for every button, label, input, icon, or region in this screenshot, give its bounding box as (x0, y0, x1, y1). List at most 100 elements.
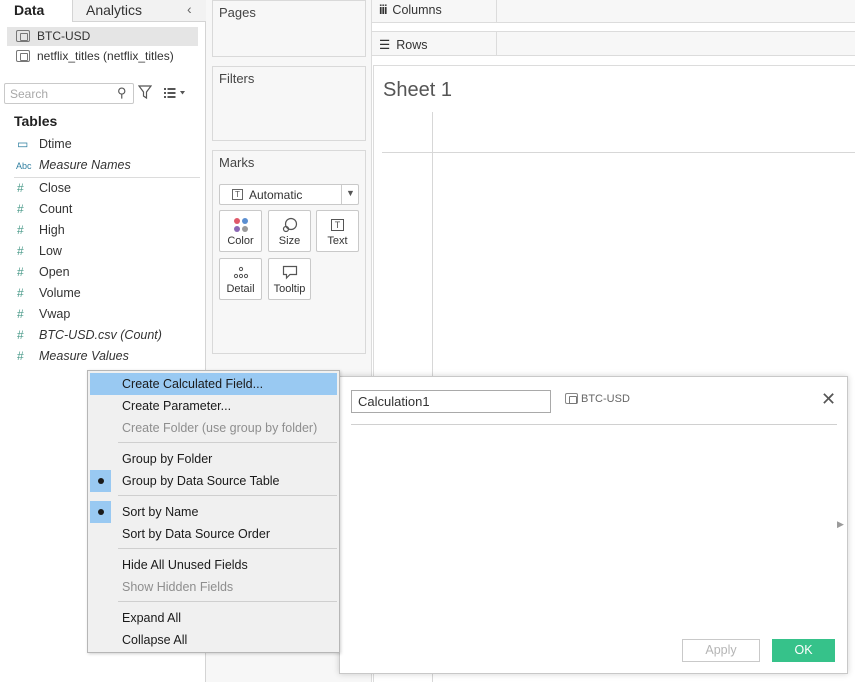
apply-button[interactable]: Apply (682, 639, 760, 662)
marks-size-button[interactable]: Size (268, 210, 311, 252)
rows-shelf[interactable]: ☰ Rows (372, 31, 855, 56)
columns-shelf[interactable]: iii Columns (372, 0, 855, 23)
menu-item-group-by-data-source-table[interactable]: Group by Data Source Table (90, 470, 337, 492)
close-icon[interactable]: ✕ (821, 390, 836, 408)
field-label: Low (39, 244, 62, 258)
filters-shelf-title: Filters (219, 71, 255, 86)
data-source-label: netflix_titles (netflix_titles) (37, 49, 174, 63)
marks-button-label: Text (327, 235, 348, 247)
field-label: Measure Values (39, 349, 129, 363)
menu-item-hide-all-unused-fields[interactable]: Hide All Unused Fields (90, 554, 337, 576)
menu-item-create-calculated-field[interactable]: Create Calculated Field... (90, 373, 337, 395)
text-icon: T (317, 217, 358, 231)
detail-icon (233, 266, 249, 279)
marks-tooltip-button[interactable]: Tooltip (268, 258, 311, 300)
number-icon: # (17, 223, 24, 237)
tooltip-icon (282, 265, 298, 280)
columns-shelf-label: iii Columns (379, 3, 442, 17)
data-source-btc-usd[interactable]: BTC-USD (7, 27, 198, 46)
field-label: Dtime (39, 137, 72, 151)
marks-text-button[interactable]: T Text (316, 210, 359, 252)
search-icon[interactable]: ⚲ (117, 85, 127, 101)
menu-separator (118, 601, 337, 602)
field-dtime[interactable]: ▭ Dtime (14, 134, 200, 155)
field-count[interactable]: # Count (14, 199, 200, 220)
rows-icon: ☰ (379, 38, 391, 52)
field-volume[interactable]: # Volume (14, 283, 200, 304)
shelf-divider (496, 32, 497, 55)
field-label: Count (39, 202, 73, 216)
field-measure-names[interactable]: Abc Measure Names (14, 155, 200, 176)
field-measure-values[interactable]: # Measure Values (14, 346, 200, 367)
menu-item-create-parameter[interactable]: Create Parameter... (90, 395, 337, 417)
calculation-formula-editor[interactable] (351, 428, 837, 628)
marks-card: Marks (212, 150, 366, 354)
chevron-down-icon: ▼ (346, 188, 355, 198)
menu-item-expand-all[interactable]: Expand All (90, 607, 337, 629)
menu-item-create-folder: Create Folder (use group by folder) (122, 421, 318, 435)
mark-type-dropdown[interactable]: T Automatic ▼ (219, 184, 359, 205)
menu-item-show-hidden-fields: Show Hidden Fields (122, 580, 234, 594)
sheet-title[interactable]: Sheet 1 (383, 79, 452, 102)
context-menu: Create Calculated Field... Create Parame… (87, 370, 340, 653)
data-source-icon (565, 393, 578, 404)
field-open[interactable]: # Open (14, 262, 200, 283)
field-label: BTC-USD.csv (Count) (39, 328, 162, 342)
menu-item-sort-by-name[interactable]: Sort by Name (90, 501, 337, 523)
view-options-icon[interactable] (163, 86, 187, 100)
field-low[interactable]: # Low (14, 241, 200, 262)
field-btc-usd-csv-count[interactable]: # BTC-USD.csv (Count) (14, 325, 200, 346)
color-icon (234, 218, 248, 232)
abc-icon: Abc (16, 161, 32, 171)
data-source-icon (16, 30, 30, 42)
filter-icon[interactable] (138, 84, 152, 100)
number-icon: # (17, 349, 24, 363)
menu-separator (118, 548, 337, 549)
field-label: Volume (39, 286, 81, 300)
ok-button[interactable]: OK (772, 639, 835, 662)
field-label: Close (39, 181, 71, 195)
number-icon: # (17, 181, 24, 195)
field-label: High (39, 223, 65, 237)
marks-detail-button[interactable]: Detail (219, 258, 262, 300)
search-input[interactable] (10, 85, 110, 102)
data-source-icon (16, 50, 30, 62)
size-icon (282, 217, 298, 233)
marks-button-label: Color (227, 235, 254, 247)
marks-card-title: Marks (219, 155, 255, 170)
tab-data[interactable]: Data (0, 0, 73, 22)
dropdown-divider (341, 185, 342, 204)
data-source-label: BTC-USD (37, 29, 91, 43)
expand-panel-icon[interactable]: ▶ (837, 519, 844, 530)
pages-shelf-title: Pages (219, 5, 256, 20)
data-source-netflix-titles[interactable]: netflix_titles (netflix_titles) (7, 47, 198, 66)
calculation-data-source: BTC-USD (565, 393, 630, 405)
field-vwap[interactable]: # Vwap (14, 304, 200, 325)
number-icon: # (17, 244, 24, 258)
pages-shelf[interactable]: Pages (212, 0, 366, 57)
filters-shelf[interactable]: Filters (212, 66, 366, 141)
field-high[interactable]: # High (14, 220, 200, 241)
calculation-name-input[interactable] (351, 390, 551, 413)
marks-button-label: Tooltip (273, 283, 306, 295)
menu-separator (118, 442, 337, 443)
menu-item-sort-by-data-source-order[interactable]: Sort by Data Source Order (90, 523, 337, 545)
number-icon: # (17, 307, 24, 321)
mark-type-icon: T (232, 189, 243, 200)
number-icon: # (17, 286, 24, 300)
marks-color-button[interactable]: Color (219, 210, 262, 252)
menu-separator (118, 495, 337, 496)
collapse-pane-icon[interactable]: ‹ (187, 1, 192, 17)
calendar-icon: ▭ (17, 137, 29, 151)
number-icon: # (17, 265, 24, 279)
view-horizontal-divider (382, 152, 855, 153)
field-close[interactable]: # Close (14, 178, 200, 199)
menu-item-group-by-folder[interactable]: Group by Folder (90, 448, 337, 470)
calculation-dialog: BTC-USD ✕ ▶ Apply OK (339, 376, 848, 674)
shelf-divider (496, 0, 497, 22)
mark-type-label: Automatic (249, 188, 303, 202)
columns-icon: iii (379, 3, 387, 17)
field-label: Vwap (39, 307, 71, 321)
menu-item-collapse-all[interactable]: Collapse All (90, 629, 337, 651)
tables-heading: Tables (14, 113, 58, 129)
